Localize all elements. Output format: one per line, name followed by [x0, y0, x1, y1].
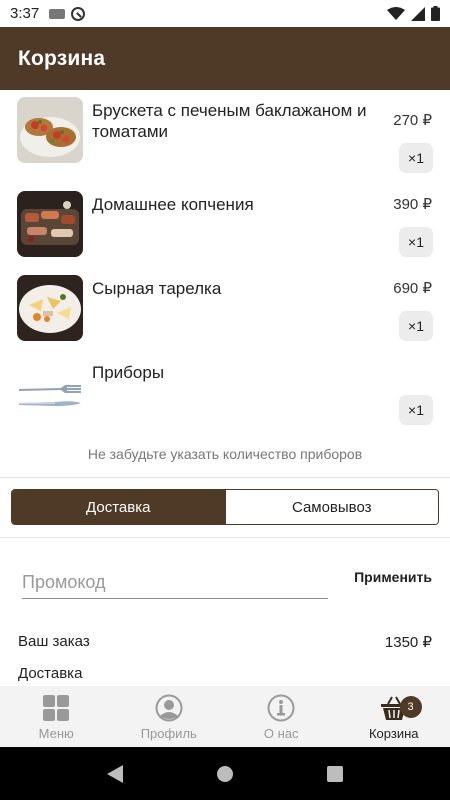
item-price: 270 ₽	[393, 112, 432, 129]
item-name: Брускета с печеным баклажаном и томатами	[92, 101, 367, 141]
nav-about[interactable]: О нас	[225, 686, 338, 747]
cart-item[interactable]: Домашнее копчения 390 ₽ ×1	[0, 184, 450, 268]
cart-item[interactable]: Брускета с печеным баклажаном и томатами…	[0, 90, 450, 174]
grid-icon	[42, 694, 70, 722]
wifi-icon	[387, 6, 405, 20]
nav-menu[interactable]: Меню	[0, 686, 113, 747]
status-system-icons	[387, 6, 440, 21]
item-price: 690 ₽	[393, 280, 432, 297]
delivery-row: Доставка	[18, 665, 432, 682]
nav-label: Профиль	[140, 726, 197, 741]
battery-icon	[431, 6, 440, 21]
item-name: Сырная тарелка	[92, 279, 222, 298]
nav-label: Корзина	[368, 726, 419, 741]
order-total: 1350 ₽	[384, 634, 432, 651]
item-image-cheese	[17, 275, 83, 341]
app-bar: Корзина	[0, 27, 450, 90]
delivery-option[interactable]: Доставка	[12, 490, 225, 524]
divider	[0, 477, 450, 478]
quantity-button[interactable]: ×1	[399, 227, 433, 257]
signal-icon	[411, 6, 425, 21]
promo-code-input[interactable]	[22, 566, 328, 599]
recents-icon[interactable]	[323, 762, 347, 786]
quantity-button[interactable]: ×1	[399, 143, 433, 173]
item-price: 390 ₽	[393, 196, 432, 213]
notification-icon	[49, 8, 66, 19]
nav-label: Меню	[38, 726, 74, 741]
apply-promo-button[interactable]: Применить	[354, 569, 432, 585]
nav-label: О нас	[263, 726, 299, 741]
profile-icon	[155, 694, 183, 722]
status-notification-icons	[49, 6, 86, 21]
status-bar: 3:37	[0, 0, 450, 27]
item-image-bruschetta	[17, 97, 83, 163]
delivery-toggle: Доставка Самовывоз	[11, 489, 439, 525]
quantity-button[interactable]: ×1	[399, 311, 433, 341]
divider	[0, 537, 450, 538]
nav-profile[interactable]: Профиль	[113, 686, 226, 747]
cutlery-hint: Не забудьте указать количество приборов	[87, 446, 363, 462]
info-icon	[267, 694, 295, 722]
nav-cart[interactable]: Корзина 3	[338, 686, 450, 747]
delivery-label: Доставка	[18, 665, 83, 682]
system-nav-bar	[0, 747, 450, 800]
cart-item[interactable]: Сырная тарелка 690 ₽ ×1	[0, 268, 450, 352]
item-image-smoked	[17, 191, 83, 257]
order-label: Ваш заказ	[18, 633, 90, 650]
bottom-nav: Меню Профиль О нас Корзина 3	[0, 686, 450, 747]
cart-item[interactable]: Приборы ×1	[0, 352, 450, 436]
pickup-option[interactable]: Самовывоз	[224, 490, 438, 524]
quantity-button[interactable]: ×1	[399, 395, 433, 425]
cart-count-badge: 3	[399, 696, 422, 718]
back-icon[interactable]	[103, 762, 127, 786]
home-icon[interactable]	[213, 762, 237, 786]
cutlery-icon	[17, 359, 83, 425]
order-total-row: Ваш заказ 1350 ₽	[18, 633, 432, 651]
status-time: 3:37	[10, 5, 40, 22]
sync-icon	[71, 6, 86, 21]
item-name: Домашнее копчения	[92, 195, 254, 214]
item-name: Приборы	[92, 363, 165, 382]
page-title: Корзина	[18, 46, 106, 70]
